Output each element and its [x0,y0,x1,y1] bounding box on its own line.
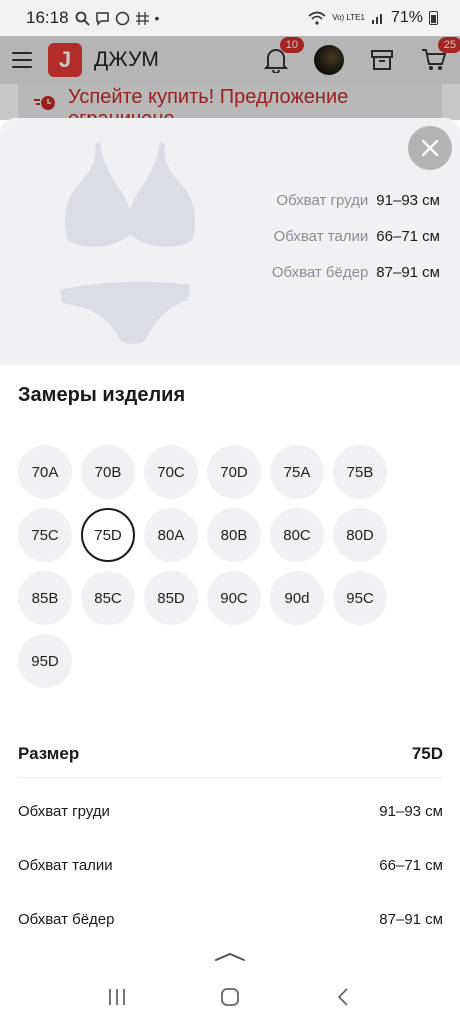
battery-percent: 71% [390,9,423,26]
size-sheet: Обхват груди 91–93 см Обхват талии 66–71… [0,118,460,948]
table-header-row: Размер 75D [18,730,443,778]
size-selector: 70A 70B 70C 70D 75A 75B 75C 75D 80A 80B 80C 80D 85B 8… [18,445,438,688]
network-label: Vo) LTE1 [332,13,365,22]
logo-letter: J [58,47,72,72]
chevron-up-icon [215,952,245,961]
app-header: J ДЖУМ 10 25 [0,36,460,84]
size-chip[interactable]: 80C [270,508,324,562]
grid-icon [135,11,149,25]
recent-apps-button[interactable] [102,982,132,1012]
size-header-label: Размер [18,743,80,763]
measure-value: 91–93 см [376,192,440,209]
row-label: Обхват груди [18,802,110,820]
notifications-button[interactable]: 10 [262,37,304,74]
promo-banner[interactable]: Успейте купить! Предложение ограничено [18,84,442,120]
size-chip[interactable]: 70A [18,445,72,499]
table-row: Обхват бёдер 87–91 см [18,892,443,946]
size-chip[interactable]: 75B [333,445,387,499]
size-chip[interactable]: 80D [333,508,387,562]
cart-button[interactable]: 25 [420,37,460,74]
size-chip[interactable]: 95D [18,634,72,688]
section-title: Замеры изделия [18,384,186,406]
size-chip[interactable]: 70C [144,445,198,499]
status-bar: 16:18 • Vo) LTE1 71% [0,0,460,36]
wifi-icon [308,11,326,25]
row-label: Обхват талии [18,856,113,874]
box-icon [371,50,393,70]
dot-icon: • [154,10,160,26]
close-button[interactable] [408,126,452,170]
measure-row-hips: Обхват бёдер 87–91 см [272,264,440,281]
size-chip[interactable]: 75D [81,508,135,562]
size-chip[interactable]: 70D [207,445,261,499]
home-button[interactable] [215,982,245,1012]
cart-badge: 25 [437,37,460,53]
system-nav-bar [0,970,460,1024]
measure-value: 87–91 см [376,264,440,281]
status-time: 16:18 [26,8,69,27]
measure-label: Обхват бёдер [271,264,369,281]
measure-label: Обхват груди [276,192,369,209]
avatar[interactable] [314,45,344,75]
size-chip[interactable]: 75A [270,445,324,499]
notifications-badge: 10 [279,37,304,53]
row-value: 87–91 см [379,910,443,928]
measurement-illustration-panel: Обхват груди 91–93 см Обхват талии 66–71… [0,118,460,365]
brand-logo[interactable]: J [48,43,82,77]
measure-value: 66–71 см [376,228,440,245]
size-chip[interactable]: 85D [144,571,198,625]
measure-row-waist: Обхват талии 66–71 см [272,228,440,245]
status-notification-icons: • [75,10,160,26]
battery-icon [429,11,438,25]
recent-apps-icon [108,989,125,1005]
measure-label: Обхват талии [273,228,369,245]
size-chip[interactable]: 90C [207,571,261,625]
lingerie-illustration [60,142,196,344]
size-chip[interactable]: 85C [81,571,135,625]
close-icon [421,139,439,157]
signal-icon [371,14,382,24]
table-row: Обхват груди 91–93 см [18,784,443,838]
chat-icon [95,11,109,26]
size-header-value: 75D [411,743,443,763]
menu-icon[interactable] [12,52,32,68]
size-chip[interactable]: 90d [270,571,324,625]
row-label: Обхват бёдер [18,910,115,928]
size-chip[interactable]: 80B [207,508,261,562]
back-icon [338,988,348,1006]
back-button[interactable] [328,982,358,1012]
row-value: 91–93 см [379,802,443,820]
search-icon [75,11,90,26]
home-icon [221,988,239,1006]
size-chip[interactable]: 70B [81,445,135,499]
table-row: Обхват талии 66–71 см [18,838,443,892]
brand-name[interactable]: ДЖУМ [94,48,159,72]
row-value: 66–71 см [379,856,443,874]
whatsapp-icon [115,11,129,25]
measure-row-bust: Обхват груди 91–93 см [272,192,440,209]
size-chip[interactable]: 85B [18,571,72,625]
promo-text: Успейте купить! Предложение ограничено [68,86,349,120]
size-chip[interactable]: 95C [333,571,387,625]
size-chip[interactable]: 75C [18,508,72,562]
size-details-table: Размер 75D Обхват груди 91–93 см Обхват … [18,730,443,946]
timer-icon [34,94,56,117]
body-measures: Обхват груди 91–93 см Обхват талии 66–71… [272,192,440,281]
size-chip[interactable]: 80A [144,508,198,562]
orders-button[interactable] [368,46,396,74]
